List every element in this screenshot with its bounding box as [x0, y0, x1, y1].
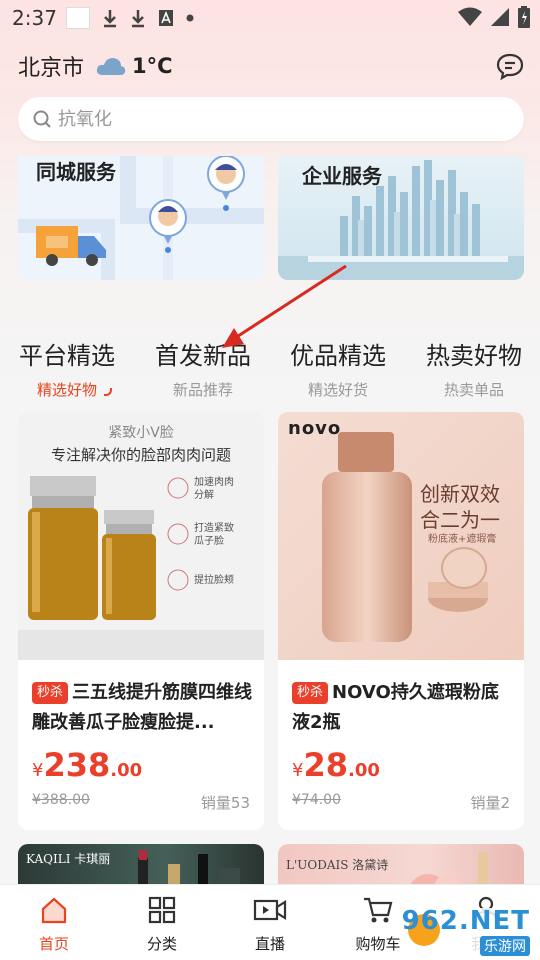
- image-feature: 打造紧致瓜子脸: [194, 523, 234, 547]
- font-app-icon: [159, 10, 173, 26]
- product-price: ¥28.00: [292, 746, 380, 784]
- search-icon: [33, 110, 51, 128]
- tab-subtitle: 热卖单品: [443, 381, 504, 399]
- product-price: ¥238.00: [32, 746, 142, 784]
- price-decimal: .00: [110, 760, 143, 781]
- search-bar[interactable]: [18, 97, 524, 141]
- image-feature: 提拉脸颊: [194, 575, 234, 586]
- tab-subtitle: 新品推荐: [172, 381, 233, 399]
- city-selector[interactable]: 北京市: [18, 50, 84, 82]
- original-price: ¥74.00: [292, 792, 341, 808]
- local-service-title: 同城服务: [36, 160, 116, 184]
- price-integer: 238: [43, 746, 111, 784]
- tab-quality-picks[interactable]: 优品精选 精选好货: [273, 336, 403, 400]
- dot-icon: [186, 14, 194, 22]
- search-input[interactable]: [58, 108, 478, 130]
- currency-symbol: ¥: [32, 760, 44, 781]
- image-heading: 紧致小V脸: [108, 425, 174, 441]
- image-line: 合二为一: [420, 508, 500, 532]
- tab-subtitle: 精选好货: [307, 381, 368, 399]
- nav-label: 首页: [38, 935, 69, 953]
- system-icons: [458, 6, 530, 28]
- sales-count: 销量53: [200, 794, 250, 812]
- cart-icon: [364, 897, 393, 923]
- nav-label: 分类: [146, 935, 177, 953]
- watermark-text: 962.NET: [401, 906, 530, 936]
- download-icon: [104, 10, 116, 28]
- product-title: 秒杀 NOVO持久遮瑕粉底液2瓶: [292, 678, 516, 738]
- enterprise-service-card[interactable]: 企业服务: [278, 156, 524, 280]
- tab-new-launch[interactable]: 首发新品 新品推荐: [138, 336, 268, 400]
- tab-subtitle: 精选好物: [36, 381, 97, 399]
- original-price: ¥388.00: [32, 792, 90, 808]
- grid-icon: [148, 896, 176, 924]
- tab-platform-picks[interactable]: 平台精选 精选好物: [2, 336, 132, 400]
- status-bar: 2:37: [0, 0, 540, 36]
- price-integer: 28: [303, 746, 348, 784]
- tab-title: 热卖好物: [426, 342, 522, 370]
- flash-sale-tag: 秒杀: [32, 682, 69, 704]
- wifi-icon: [458, 7, 482, 26]
- nav-home[interactable]: 首页: [0, 895, 108, 954]
- notification-icons: [66, 6, 194, 30]
- download-icon: [132, 10, 144, 28]
- nav-live[interactable]: 直播: [216, 895, 324, 954]
- currency-symbol: ¥: [292, 760, 304, 781]
- brand-logo: novo: [288, 418, 342, 439]
- signal-icon: [491, 8, 509, 26]
- status-time: 2:37: [12, 6, 57, 30]
- image-line: 粉底液+遮瑕膏: [428, 534, 497, 545]
- product-card[interactable]: 紧致小V脸 专注解决你的脸部肉肉问题 加速肉肉分解 打造紧致瓜子脸 提拉脸颊 秒…: [18, 412, 264, 830]
- temperature: 1°C: [132, 54, 173, 78]
- message-icon[interactable]: [496, 52, 524, 80]
- tab-title: 平台精选: [19, 342, 115, 370]
- watermark-subtext: 乐游网: [480, 936, 530, 956]
- category-tabs: 平台精选 精选好物 首发新品 新品推荐 优品精选 精选好货 热卖好物 热卖单品: [0, 336, 540, 400]
- product-title: 秒杀 三五线提升筋膜四维线雕改善瓜子脸瘦脸提...: [32, 678, 256, 738]
- notification-square-icon: [66, 7, 90, 29]
- tab-title: 优品精选: [290, 342, 386, 370]
- nav-category[interactable]: 分类: [108, 895, 216, 954]
- image-line: 创新双效: [420, 482, 500, 506]
- nav-label: 直播: [254, 935, 285, 953]
- weather-widget: 1°C: [96, 54, 173, 78]
- price-decimal: .00: [347, 760, 380, 781]
- image-subheading: 专注解决你的脸部肉肉问题: [50, 446, 231, 464]
- tab-hot-sellers[interactable]: 热卖好物 热卖单品: [409, 336, 539, 400]
- battery-icon: [518, 6, 530, 28]
- home-icon: [41, 897, 67, 924]
- enterprise-service-title: 企业服务: [302, 164, 382, 188]
- product-card[interactable]: novo 创新双效 合二为一 粉底液+遮瑕膏 秒杀 NOVO持久遮瑕粉底液2瓶 ¥…: [278, 412, 524, 830]
- cloud-icon: [96, 58, 126, 75]
- image-feature: 加速肉肉分解: [194, 477, 234, 501]
- video-icon: [253, 899, 287, 921]
- flash-sale-tag: 秒杀: [292, 682, 329, 704]
- sales-count: 销量2: [470, 794, 510, 812]
- tab-title: 首发新品: [155, 342, 251, 370]
- local-service-card[interactable]: 同城服务: [18, 156, 264, 280]
